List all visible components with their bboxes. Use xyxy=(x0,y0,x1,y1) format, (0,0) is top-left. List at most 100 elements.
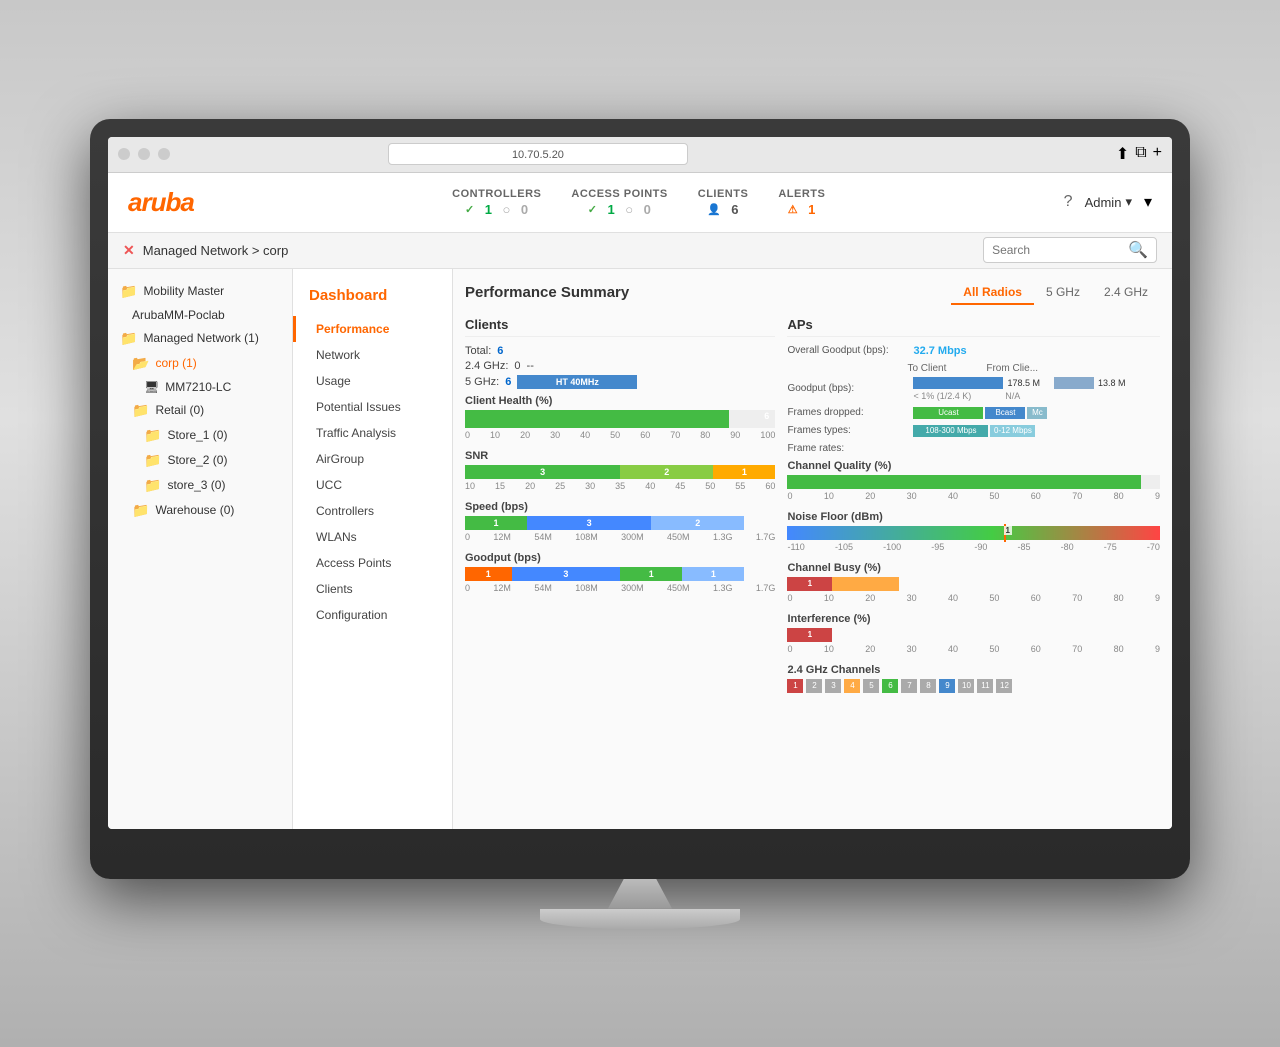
menu-item-ucc[interactable]: UCC xyxy=(293,472,452,498)
menu-item-access-points[interactable]: Access Points xyxy=(293,550,452,576)
from-client-label: From Clie... xyxy=(986,363,1038,374)
sidebar-item-label: Mobility Master xyxy=(143,284,224,298)
sidebar-item-mm7210[interactable]: 🖥 MM7210-LC xyxy=(108,376,292,398)
menu-item-potential-issues[interactable]: Potential Issues xyxy=(293,394,452,420)
browser-close[interactable] xyxy=(158,148,170,160)
ap-warn: 0 xyxy=(644,202,652,217)
goodput-to-val: 178.5 M xyxy=(1007,378,1040,388)
sidebar-item-label: Store_1 (0) xyxy=(167,428,227,442)
performance-summary-header: Performance Summary All Radios 5 GHz 2.4… xyxy=(465,281,1160,305)
menu-item-traffic-analysis[interactable]: Traffic Analysis xyxy=(293,420,452,446)
menu-item-usage[interactable]: Usage xyxy=(293,368,452,394)
overall-goodput-label: Overall Goodput (bps): xyxy=(787,345,907,356)
frames-types-row: Frames types: 108-300 Mbps 0-12 Mbps xyxy=(787,425,1160,437)
browser-share-icon: ⬆ xyxy=(1116,144,1129,164)
browser-forward[interactable] xyxy=(138,148,150,160)
channel-2: 2 xyxy=(806,679,822,693)
server-icon: 🖥 xyxy=(144,380,159,394)
sidebar-item-label: Managed Network (1) xyxy=(143,331,258,345)
aps-section: APs Overall Goodput (bps): 32.7 Mbps To … xyxy=(787,317,1160,703)
goodput-bar1: 1 xyxy=(486,569,491,579)
sidebar-item-label: ArubaMM-Poclab xyxy=(132,308,225,322)
goodput-sub2: N/A xyxy=(1005,391,1020,401)
menu-item-network[interactable]: Network xyxy=(293,342,452,368)
frames-types-label: Frames types: xyxy=(787,425,907,436)
snr-section: SNR 3 2 1 xyxy=(465,450,775,491)
main-layout: 📁 Mobility Master ArubaMM-Poclab 📁 Manag… xyxy=(108,269,1172,829)
tab-24ghz[interactable]: 2.4 GHz xyxy=(1092,281,1160,305)
folder-icon: 📁 xyxy=(132,502,149,519)
sidebar-item-store3[interactable]: 📁 store_3 (0) xyxy=(108,473,292,498)
admin-dropdown-icon: ▾ xyxy=(1125,194,1132,210)
browser-new-tab-icon[interactable]: + xyxy=(1153,144,1162,164)
menu-item-performance[interactable]: Performance xyxy=(293,316,452,342)
sidebar-item-corp[interactable]: 📂 corp (1) xyxy=(108,351,292,376)
noise-marker-label: 1 xyxy=(1004,526,1012,535)
sidebar-item-store1[interactable]: 📁 Store_1 (0) xyxy=(108,423,292,448)
channel-5: 5 xyxy=(863,679,879,693)
snr-bar1-label: 3 xyxy=(540,467,545,477)
client-health-title: Client Health (%) xyxy=(465,395,775,407)
browser-back[interactable] xyxy=(118,148,130,160)
channel-11: 11 xyxy=(977,679,993,693)
sidebar-item-store2[interactable]: 📁 Store_2 (0) xyxy=(108,448,292,473)
snr-bar3-label: 1 xyxy=(742,467,747,477)
sidebar-item-label: Store_2 (0) xyxy=(167,453,227,467)
menu-item-airgroup[interactable]: AirGroup xyxy=(293,446,452,472)
controllers-label: CONTROLLERS xyxy=(452,188,541,200)
tab-5ghz[interactable]: 5 GHz xyxy=(1034,281,1092,305)
search-box[interactable]: 🔍 xyxy=(983,237,1157,263)
channel-6: 6 xyxy=(882,679,898,693)
sidebar-item-managed-network[interactable]: 📁 Managed Network (1) xyxy=(108,326,292,351)
breadcrumb-path: Managed Network > corp xyxy=(143,243,289,258)
controllers-stat[interactable]: CONTROLLERS ✓ 1 ○ 0 xyxy=(452,188,541,217)
noise-floor-section: Noise Floor (dBm) 1 -110-105-100-95-90-8… xyxy=(787,511,1160,552)
access-points-stat[interactable]: ACCESS POINTS ✓ 1 ○ 0 xyxy=(571,188,667,217)
5ghz-row: 5 GHz: 6 HT 40MHz xyxy=(465,375,775,389)
aruba-logo: aruba xyxy=(128,187,194,218)
overall-goodput-row: Overall Goodput (bps): 32.7 Mbps xyxy=(787,345,1160,357)
menu-item-clients[interactable]: Clients xyxy=(293,576,452,602)
sidebar-item-warehouse[interactable]: 📁 Warehouse (0) xyxy=(108,498,292,523)
menu-item-configuration[interactable]: Configuration xyxy=(293,602,452,628)
bcast-label: Bcast xyxy=(995,408,1015,417)
ap-ok-icon: ✓ xyxy=(588,203,598,216)
sidebar-item-mobility-master[interactable]: 📁 Mobility Master xyxy=(108,279,292,304)
nf-axis: -110-105-100-95-90-85-80-75-70 xyxy=(787,542,1160,552)
sidebar-item-arubamm[interactable]: ArubaMM-Poclab xyxy=(108,304,292,326)
browser-copy-icon: ⧉ xyxy=(1135,144,1146,164)
health-bar-label: 6 xyxy=(764,411,769,421)
channel-7: 7 xyxy=(901,679,917,693)
monitor-stand xyxy=(90,879,1190,929)
nav-right: ? Admin ▾ ▾ xyxy=(1064,192,1152,212)
admin-label: Admin xyxy=(1085,195,1122,210)
help-icon[interactable]: ? xyxy=(1064,193,1073,211)
folder-icon: 📁 xyxy=(132,402,149,419)
5ghz-label: 5 GHz: xyxy=(465,376,499,388)
channel-12: 12 xyxy=(996,679,1012,693)
clients-section-title: Clients xyxy=(465,317,775,337)
top-nav: aruba CONTROLLERS ✓ 1 ○ 0 ACCESS POINTS xyxy=(108,173,1172,233)
menu-item-wlans[interactable]: WLANs xyxy=(293,524,452,550)
stand-base xyxy=(540,909,740,929)
goodput-bar2: 3 xyxy=(563,569,568,579)
sidebar-item-retail[interactable]: 📁 Retail (0) xyxy=(108,398,292,423)
ht40-bar: HT 40MHz xyxy=(517,375,637,389)
tab-all-radios[interactable]: All Radios xyxy=(951,281,1034,305)
search-input[interactable] xyxy=(992,243,1122,257)
ap-warn-icon: ○ xyxy=(625,202,633,217)
breadcrumb-close-icon[interactable]: ✕ xyxy=(123,242,135,259)
24ghz-channels-section: 2.4 GHz Channels 1 2 3 4 5 6 7 8 xyxy=(787,664,1160,693)
24ghz-value: 0 xyxy=(514,360,520,372)
clients-stat[interactable]: CLIENTS 👤 6 xyxy=(698,188,749,217)
alerts-stat[interactable]: ALERTS ⚠ 1 xyxy=(778,188,825,217)
cq-axis: 010203040506070809 xyxy=(787,491,1160,501)
admin-menu[interactable]: Admin ▾ xyxy=(1085,194,1132,210)
nav-dropdown-icon[interactable]: ▾ xyxy=(1144,192,1152,212)
snr-axis: 1015202530354045505560 xyxy=(465,481,775,491)
channel-busy-section: Channel Busy (%) 1 010203040506070809 xyxy=(787,562,1160,603)
menu-item-controllers[interactable]: Controllers xyxy=(293,498,452,524)
total-value: 6 xyxy=(497,345,503,357)
channel-9: 9 xyxy=(939,679,955,693)
folder-icon: 📁 xyxy=(144,477,161,494)
